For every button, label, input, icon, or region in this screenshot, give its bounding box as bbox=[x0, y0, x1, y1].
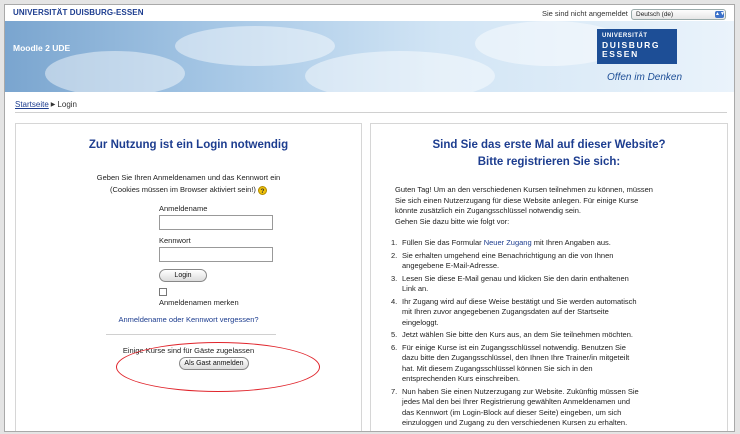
slogan: Offen im Denken bbox=[607, 72, 683, 83]
select-arrows-icon: ▲▼ bbox=[715, 11, 725, 18]
language-select[interactable]: Deutsch (de) ▲▼ bbox=[631, 9, 726, 20]
step-line: das Kennwort (im Login-Block auf dieser … bbox=[402, 407, 622, 417]
university-logo: UNIVERSITÄT DUISBURG ESSEN bbox=[597, 29, 677, 64]
step-line: jedes Mal den bei Ihrer Registrierung ge… bbox=[402, 397, 631, 406]
step-text: Nun haben Sie einen Nutzerzugang zur Web… bbox=[402, 387, 703, 429]
username-input[interactable] bbox=[159, 215, 273, 230]
help-icon[interactable]: ? bbox=[257, 186, 267, 195]
remember-username-label: Anmeldenamen merken bbox=[159, 298, 239, 307]
breadcrumb-current: Login bbox=[57, 100, 77, 109]
signup-panel: Sind Sie das erste Mal auf dieser Websit… bbox=[370, 123, 728, 431]
login-panel: Zur Nutzung ist ein Login notwendig Gebe… bbox=[15, 123, 362, 431]
step-item: 6. Für einige Kurse ist ein Zugangsschlü… bbox=[391, 343, 703, 385]
cloud-decoration bbox=[305, 51, 495, 92]
login-info-line: (Cookies müssen im Browser aktiviert sei… bbox=[16, 184, 361, 196]
step-text-part: Füllen Sie das Formular bbox=[402, 238, 484, 247]
step-number: 4. bbox=[391, 296, 398, 306]
password-input[interactable] bbox=[159, 247, 273, 262]
step-line: mit Ihren zuvor angegebenen Zugangsdaten… bbox=[402, 307, 609, 316]
login-info-cookies: (Cookies müssen im Browser aktiviert sei… bbox=[110, 185, 256, 194]
forgot-password-link[interactable]: Anmeldename oder Kennwort vergessen? bbox=[16, 315, 361, 324]
step-text: Sie erhalten umgehend eine Benachrichtig… bbox=[402, 251, 703, 272]
step-line: Link an. bbox=[402, 284, 429, 293]
login-status: Sie sind nicht angemeldet bbox=[542, 9, 628, 18]
step-line: angegebene E-Mail-Adresse. bbox=[402, 261, 500, 270]
intro-line: Guten Tag! Um an den verschiedenen Kurse… bbox=[395, 185, 653, 194]
section-divider bbox=[106, 334, 276, 335]
header-banner: Moodle 2 UDE UNIVERSITÄT DUISBURG ESSEN … bbox=[5, 21, 734, 92]
step-line: entsprechenden Kurs einschreiben. bbox=[402, 374, 520, 383]
step-text-part: mit Ihren Angaben aus. bbox=[531, 238, 611, 247]
step-text: Ihr Zugang wird auf diese Weise bestätig… bbox=[402, 297, 703, 329]
step-text: Jetzt wählen Sie bitte den Kurs aus, an … bbox=[402, 330, 633, 339]
step-line: Ihr Zugang wird auf diese Weise bestätig… bbox=[402, 296, 637, 306]
login-info-line: Geben Sie Ihren Anmeldenamen und das Ken… bbox=[96, 173, 281, 182]
login-button[interactable]: Login bbox=[159, 269, 207, 282]
signup-heading-line: Bitte registrieren Sie sich: bbox=[477, 156, 621, 168]
browser-page: UNIVERSITÄT DUISBURG-ESSEN Sie sind nich… bbox=[4, 4, 735, 432]
signup-heading: Sind Sie das erste Mal auf dieser Websit… bbox=[371, 137, 727, 171]
language-selected-value: Deutsch (de) bbox=[636, 11, 674, 18]
breadcrumb: Startseite ▶ Login bbox=[15, 100, 77, 109]
step-line: Lesen Sie diese E-Mail genau und klicken… bbox=[402, 273, 629, 283]
step-item: 1. Füllen Sie das Formular Neuer Zugang … bbox=[391, 238, 703, 249]
step-line: dazu bitte den Zugangsschlüssel, den Ihn… bbox=[402, 353, 630, 362]
step-number: 5. bbox=[391, 330, 398, 339]
step-line: Sie erhalten umgehend eine Benachrichtig… bbox=[402, 250, 614, 260]
step-item: 3. Lesen Sie diese E-Mail genau und klic… bbox=[391, 274, 703, 295]
step-line: Für einige Kurse ist ein Zugangsschlüsse… bbox=[402, 342, 626, 352]
step-item: 5. Jetzt wählen Sie bitte den Kurs aus, … bbox=[391, 330, 703, 341]
step-text: Lesen Sie diese E-Mail genau und klicken… bbox=[402, 274, 703, 295]
signup-intro: Guten Tag! Um an den verschiedenen Kurse… bbox=[395, 185, 701, 227]
cloud-decoration bbox=[45, 51, 185, 92]
breadcrumb-arrow-icon: ▶ bbox=[50, 102, 56, 108]
top-bar: UNIVERSITÄT DUISBURG-ESSEN Sie sind nich… bbox=[5, 5, 734, 21]
remember-username-checkbox[interactable] bbox=[159, 288, 167, 296]
step-number: 7. bbox=[391, 386, 398, 396]
login-heading: Zur Nutzung ist ein Login notwendig bbox=[88, 139, 289, 151]
signup-steps: 1. Füllen Sie das Formular Neuer Zugang … bbox=[391, 238, 703, 431]
new-account-link[interactable]: Neuer Zugang bbox=[484, 238, 532, 247]
step-item: 2. Sie erhalten umgehend eine Benachrich… bbox=[391, 251, 703, 272]
breadcrumb-divider bbox=[15, 112, 727, 113]
intro-line: könnte zusätzlich ein Zugangsschlüssel n… bbox=[395, 206, 581, 215]
step-line: eingeloggt. bbox=[402, 317, 439, 327]
step-number: 2. bbox=[391, 250, 398, 260]
login-info: Geben Sie Ihren Anmeldenamen und das Ken… bbox=[16, 172, 361, 196]
intro-line: Gehen Sie dazu bitte wie folgt vor: bbox=[395, 216, 510, 226]
intro-line: Sie sich einen Nutzerzugang für diese We… bbox=[395, 195, 639, 205]
signup-heading-line: Sind Sie das erste Mal auf dieser Websit… bbox=[432, 139, 666, 151]
site-title[interactable]: Moodle 2 UDE bbox=[13, 43, 70, 53]
step-number: 6. bbox=[391, 342, 398, 352]
step-text: Für einige Kurse ist ein Zugangsschlüsse… bbox=[402, 343, 703, 385]
university-name[interactable]: UNIVERSITÄT DUISBURG-ESSEN bbox=[13, 8, 144, 17]
step-line: hat. Mit diesem Zugangsschlüssel können … bbox=[402, 363, 593, 373]
step-item: 7. Nun haben Sie einen Nutzerzugang zur … bbox=[391, 387, 703, 429]
step-item: 4. Ihr Zugang wird auf diese Weise bestä… bbox=[391, 297, 703, 329]
step-number: 1. bbox=[391, 238, 398, 247]
step-line: einzuloggen und Zugang zu den verschiede… bbox=[402, 418, 628, 427]
step-text: Füllen Sie das Formular Neuer Zugang mit… bbox=[402, 238, 703, 249]
password-label: Kennwort bbox=[159, 236, 191, 245]
logo-line: ESSEN bbox=[602, 49, 639, 59]
highlight-ellipse bbox=[116, 342, 320, 392]
cloud-decoration bbox=[175, 26, 335, 66]
step-line: Nun haben Sie einen Nutzerzugang zur Web… bbox=[402, 386, 639, 396]
step-number: 3. bbox=[391, 273, 398, 283]
screenshot-frame: UNIVERSITÄT DUISBURG-ESSEN Sie sind nich… bbox=[0, 0, 740, 434]
breadcrumb-home-link[interactable]: Startseite bbox=[15, 100, 49, 109]
username-label: Anmeldename bbox=[159, 204, 208, 213]
